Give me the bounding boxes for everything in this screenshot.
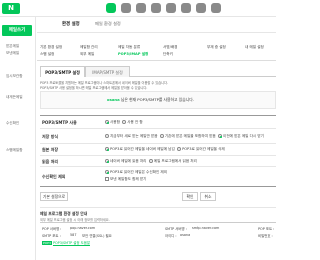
row-receipt-exclude: 수신확인 제외 POP3로 읽어간 메일은 수신확인 제외 보낸 메일함도 함께… xyxy=(40,167,276,187)
pop-server-value: pop.naver.com xyxy=(70,226,96,230)
nav-absence[interactable]: 부재 중 설정 xyxy=(207,45,226,50)
radio-use-on-label: 사용함 xyxy=(110,120,120,124)
pw-label: 비밀번호 : xyxy=(258,234,273,238)
tab-pop3-smtp[interactable]: POP3/SMTP 설정 xyxy=(40,66,85,77)
info-table: POP 서버명 : pop.naver.com SMTP 서버명 : smtp.… xyxy=(40,222,276,245)
user-id: osana xyxy=(107,97,120,102)
sidebar-item-receipt[interactable]: 수신확인 xyxy=(6,121,34,126)
tab-imap-smtp[interactable]: IMAP/SMTP 설정 xyxy=(85,66,130,77)
radio-read-client[interactable] xyxy=(148,159,153,163)
drive-icon[interactable] xyxy=(166,3,176,13)
calendar-icon[interactable] xyxy=(136,3,146,13)
mail-app-icon[interactable] xyxy=(106,3,116,13)
sidebar-item-spam[interactable]: 스팸메일함 xyxy=(6,148,34,153)
status-message: 님은 현재 POP3/SMTP를 사용하고 있습니다. xyxy=(119,97,194,102)
id-value: osana xyxy=(180,233,191,237)
todo-icon[interactable] xyxy=(181,3,191,13)
radio-delete[interactable] xyxy=(177,147,182,151)
memo-icon[interactable] xyxy=(151,3,161,13)
contacts-icon[interactable] xyxy=(121,3,131,13)
radio-use-on[interactable] xyxy=(105,120,109,124)
label-save-method: 저장 방식 xyxy=(42,134,59,139)
nav-mailbox[interactable]: 메일함 관리 xyxy=(80,45,98,50)
smtp-server-label: SMTP 서버명 : xyxy=(165,227,187,231)
radio-new-only-label: 지금부터 새로 받는 메일만 받음 xyxy=(110,134,158,138)
radio-keep-label: POP3로 읽어간 메일을 네이버 메일에 남김 xyxy=(110,147,175,151)
settings-nav xyxy=(37,44,276,61)
radio-keep[interactable] xyxy=(105,147,109,151)
label-receipt-exclude: 수신확인 제외 xyxy=(42,174,66,179)
radio-delete-label: POP3로 읽어간 메일을 삭제 xyxy=(182,147,225,151)
radio-use-off-label: 사용 안 함 xyxy=(127,120,143,124)
nav-autosort[interactable]: 메일 자동 분류 xyxy=(118,45,140,50)
row-save-method: 저장 방식 지금부터 새로 받는 메일만 받음 기존에 받은 메일을 포함하여 … xyxy=(40,129,276,144)
smtp-port-value: 587 xyxy=(70,233,77,237)
radio-exclude-label: POP3로 읽어간 메일은 수신확인 제외 xyxy=(110,170,167,174)
checkbox-sent-box[interactable] xyxy=(105,177,109,181)
radio-read-client-label: 메일 프로그램에서 읽음 처리 xyxy=(153,159,197,163)
nav-pop3-imap[interactable]: POP3/IMAP 설정 xyxy=(118,52,148,57)
nav-spam[interactable]: 스팸 설정 xyxy=(40,52,54,57)
sent-box-option: 보낸 메일함도 함께 받기 xyxy=(105,177,147,182)
reset-button[interactable]: 기본 설정으로 xyxy=(40,192,68,201)
sidebar-item-inbox[interactable]: 받은메일 xyxy=(6,44,34,49)
pop3-badge: POP3 xyxy=(42,241,52,245)
row-keep-original: 원본 저장 POP3로 읽어간 메일을 네이버 메일에 남김 POP3로 읽어간… xyxy=(40,144,276,156)
radio-new-only[interactable] xyxy=(105,134,109,138)
radio-refetch-label: 이전에 받은 메일 다시 받기 xyxy=(223,134,264,138)
top-bar: N xyxy=(0,0,276,17)
nav-basic[interactable]: 기본 환경 설정 xyxy=(40,45,62,50)
description-line-2: POP3/SMTP 사용 설정을 하시면 메일 프로그램에서 메일을 받아볼 수… xyxy=(40,86,148,90)
receipt-exclude-options: POP3로 읽어간 메일은 수신확인 제외 xyxy=(105,170,167,175)
sidebar-item-self[interactable]: 내게쓴메일 xyxy=(6,95,34,100)
label-keep-original: 원본 저장 xyxy=(42,147,59,152)
nav-signature[interactable]: 서명/배경 xyxy=(163,45,177,50)
help-link[interactable]: POP3/SMTP 설정 도움말 xyxy=(53,241,90,245)
keep-original-options: POP3로 읽어간 메일을 네이버 메일에 남김 POP3로 읽어간 메일을 삭… xyxy=(105,147,225,152)
write-mail-button[interactable]: 메일쓰기 xyxy=(2,25,32,36)
pop-server-label: POP 서버명 : xyxy=(42,227,62,231)
pop3-use-options: 사용함 사용 안 함 xyxy=(105,120,143,125)
radio-include-old[interactable] xyxy=(159,134,164,138)
ssl-note: 보안 연결(SSL) 필요 xyxy=(82,234,112,238)
pop-port-label: POP 포트 : xyxy=(258,227,275,231)
smtp-port-label: SMTP 포트 : xyxy=(42,234,61,238)
radio-refetch[interactable] xyxy=(218,134,223,138)
help-link-row: POP3 POP3/SMTP 설정 도움말 xyxy=(42,240,90,245)
nav-shortcuts[interactable]: 단축키 xyxy=(163,52,173,57)
settings-form: POP3/SMTP 사용 사용함 사용 안 함 저장 방식 지금부터 새로 받는… xyxy=(40,115,276,187)
save-method-options: 지금부터 새로 받는 메일만 받음 기존에 받은 메일을 포함하여 받음 이전에… xyxy=(105,134,264,139)
row-pop3-use: POP3/SMTP 사용 사용함 사용 안 함 xyxy=(40,116,276,129)
cancel-button[interactable]: 취소 xyxy=(200,192,216,201)
nav-mymail[interactable]: 내 메일 설정 xyxy=(245,45,264,50)
radio-include-old-label: 기존에 받은 메일을 포함하여 받음 xyxy=(164,134,216,138)
checkbox-sent-box-label: 보낸 메일함도 함께 받기 xyxy=(110,177,147,181)
page-subtitle: 메일 환경 설정 xyxy=(95,21,121,26)
more-apps-icon[interactable] xyxy=(211,3,221,13)
label-pop3-use: POP3/SMTP 사용 xyxy=(42,120,77,125)
page-title: 환경 설정 xyxy=(62,22,80,27)
label-read-mark: 읽음 처리 xyxy=(42,159,59,164)
radio-read-naver[interactable] xyxy=(105,159,109,163)
cafe-icon[interactable] xyxy=(196,3,206,13)
nav-external[interactable]: 외부 메일 xyxy=(80,52,94,57)
confirm-button[interactable]: 확인 xyxy=(182,192,198,201)
sidebar-item-sent[interactable]: 보낸메일 xyxy=(6,51,34,56)
naver-logo[interactable]: N xyxy=(2,3,20,14)
sidebar-item-drafts[interactable]: 임시보관함 xyxy=(6,74,34,79)
status-notice-text: osana 님은 현재 POP3/SMTP를 사용하고 있습니다. xyxy=(107,97,194,103)
radio-use-off[interactable] xyxy=(122,120,127,124)
radio-read-naver-label: 네이버 메일에 읽음 처리 xyxy=(110,159,147,163)
smtp-server-value: smtp.naver.com xyxy=(192,226,220,230)
read-mark-options: 네이버 메일에 읽음 처리 메일 프로그램에서 읽음 처리 xyxy=(105,159,197,164)
id-label: 아이디 : xyxy=(165,234,177,238)
info-divider xyxy=(40,207,276,208)
row-read-mark: 읽음 처리 네이버 메일에 읽음 처리 메일 프로그램에서 읽음 처리 xyxy=(40,156,276,167)
radio-exclude[interactable] xyxy=(105,170,109,174)
